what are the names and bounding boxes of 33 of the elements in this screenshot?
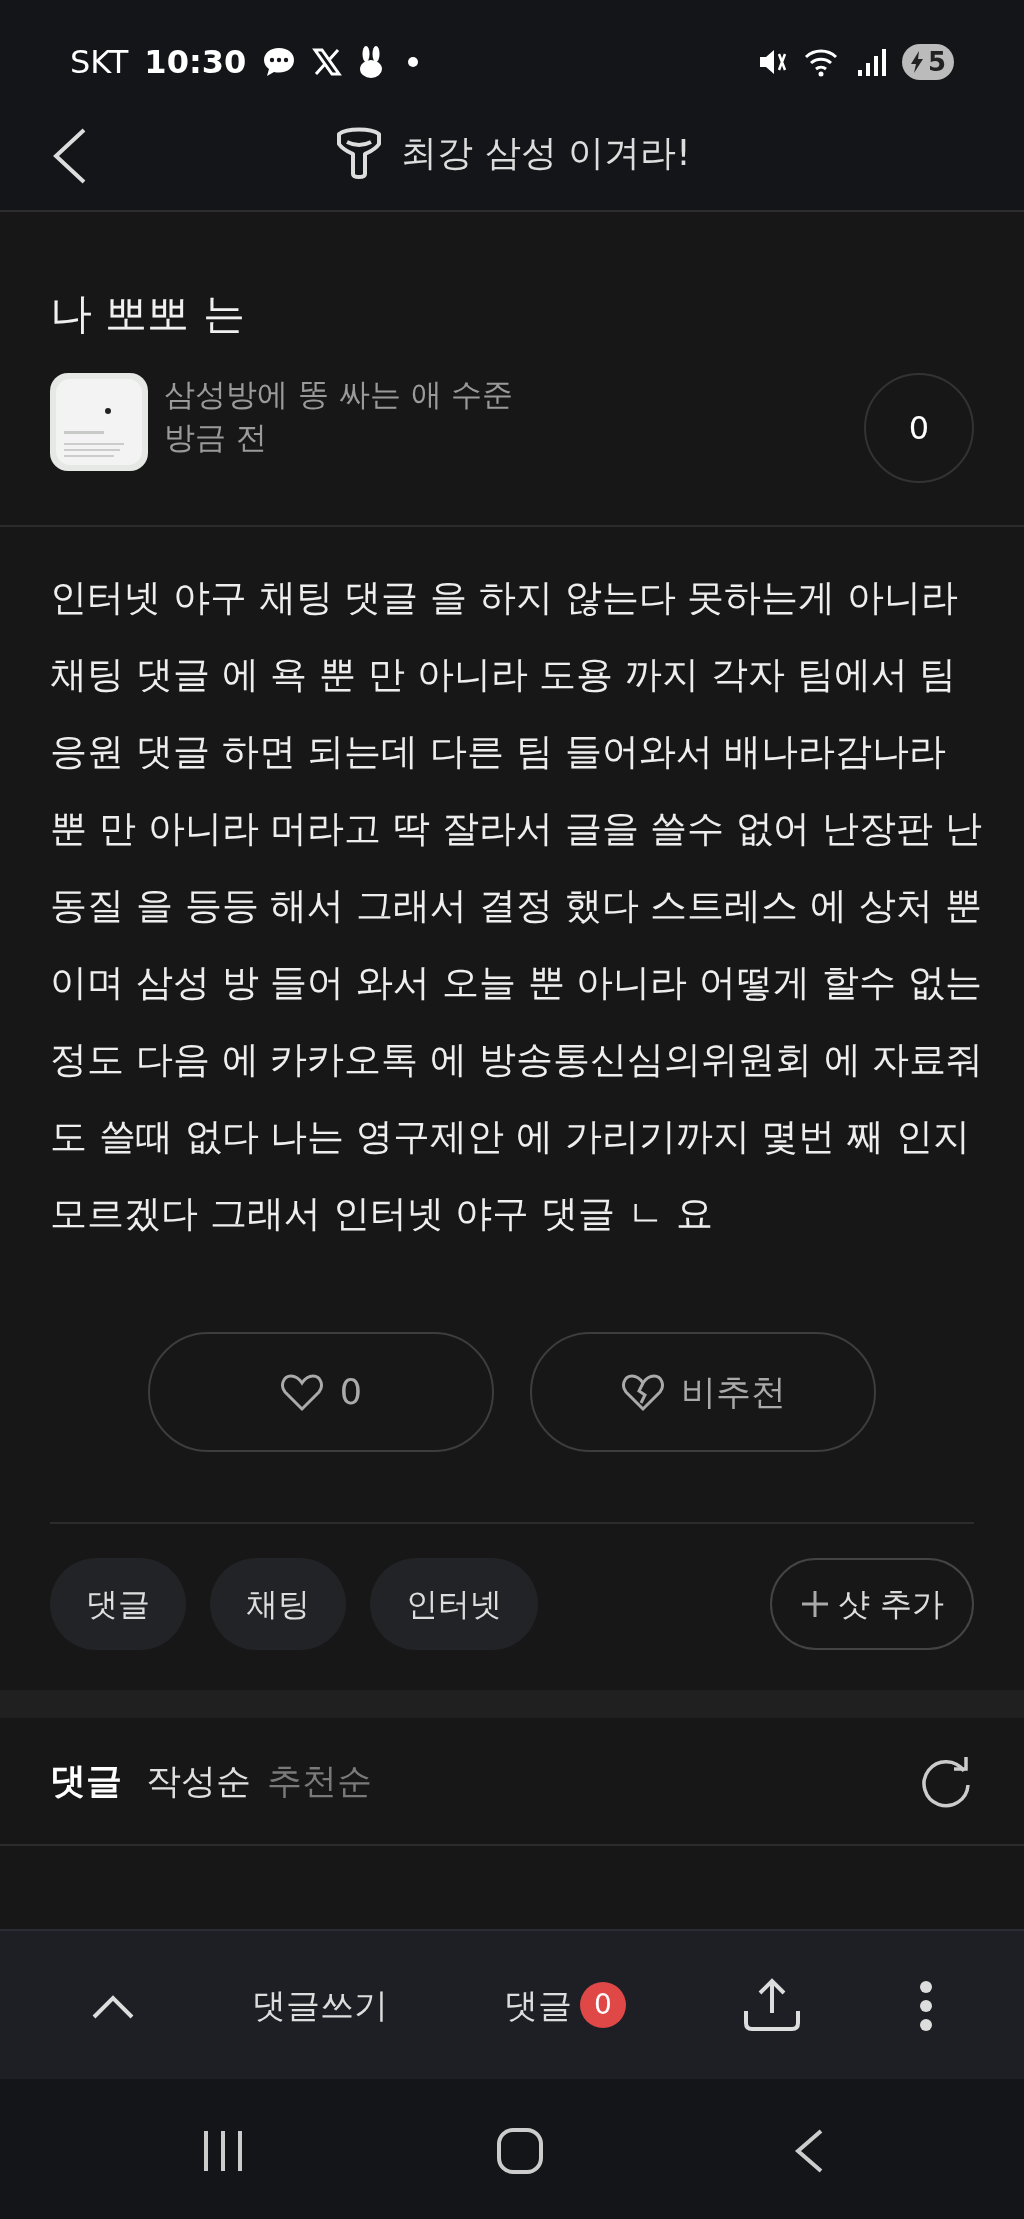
x-logo-icon (312, 47, 343, 77)
clock: 10:30 (144, 42, 247, 83)
like-button[interactable]: 0 (148, 1332, 494, 1452)
dot-icon (408, 57, 419, 67)
tag-chip[interactable]: 채팅 (210, 1558, 346, 1650)
wifi-icon (803, 47, 840, 77)
post-body: 인터넷 야구 채팅 댓글 을 하지 않는다 못하는게 아니라 채팅 댓글 에 욕 뿐 만 아니라 도용 까지 각자 팀에서 팀 응원 댓글 하면 되는데 다른 팀 들어와서 배나라감나라 뿐 만 아니라 머라고 딱 잘라서 글을 쓸수 없어 난장판 난동질 을 등등 해서 그래서 결정 했다 스트레스 에 상처 뿐 이며 삼성 방 들어 와서 오늘 뿐 아니라 어떻게 할수 없는정도 다음 에 카카오톡 에 방송통신심의위원회 에 자료줘도 쓸때 없다 나는 영구제안 에 가리기까지 몇번 째 인지 모르겠다 그래서 인터넷 야구 댓글 ㄴ 요 (49, 575, 985, 1237)
carrier-label: SKT (70, 42, 129, 83)
comment-count-badge: 0 (580, 1982, 626, 2028)
comments-heading: 댓글 (50, 1759, 122, 1803)
view-count: 0 (864, 373, 974, 483)
broken-heart-icon (620, 1372, 665, 1412)
comments-button[interactable]: 댓글 0 (504, 1979, 626, 2031)
add-tag-button[interactable]: 샷 추가 (769, 1558, 974, 1650)
dislike-button[interactable]: 비추천 (530, 1332, 876, 1452)
more-options-button[interactable] (918, 1978, 934, 2032)
rabbit-icon (358, 45, 385, 79)
chat-bubble-icon (262, 46, 297, 78)
board-title: 최강 삼성 이겨라! (401, 131, 691, 175)
tag-chip[interactable]: 인터넷 (370, 1558, 538, 1650)
sort-tab[interactable]: 추천순 (267, 1754, 372, 1808)
post-title: 나 뽀뽀 는 (49, 288, 246, 340)
author-name: 삼성방에 똥 싸는 애 수준 (164, 375, 514, 414)
post-time: 방금 전 (164, 418, 268, 458)
plus-icon (799, 1589, 830, 1619)
heart-icon (279, 1372, 324, 1412)
sort-tab[interactable]: 작성순 (146, 1754, 251, 1808)
tag-chip[interactable]: 댓글 (50, 1558, 186, 1650)
signal-icon (855, 48, 886, 76)
write-comment-button[interactable]: 댓글쓰기 (252, 1979, 388, 2031)
battery-indicator: 5 (901, 44, 954, 80)
mute-icon (757, 48, 788, 76)
share-button[interactable] (742, 1977, 802, 2033)
